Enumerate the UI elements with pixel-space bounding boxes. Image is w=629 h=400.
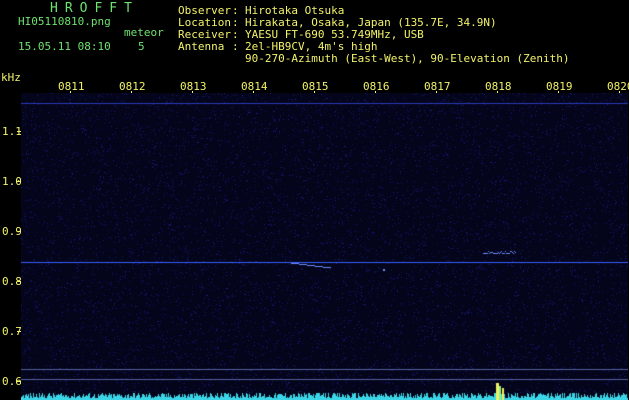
x-tick-label: 0811	[58, 80, 85, 93]
antenna-value-2: 90-270-Azimuth (East-West), 90-Elevation…	[245, 52, 570, 65]
x-tick-label: 0820	[607, 80, 629, 93]
spectrogram-panel	[21, 93, 628, 400]
x-tick-label: 0816	[363, 80, 390, 93]
y-axis-unit: kHz	[1, 71, 21, 84]
filename-label: HI05110810.png	[18, 15, 111, 28]
x-tick-label: 0815	[302, 80, 329, 93]
x-tick-label: 0812	[119, 80, 146, 93]
datetime-label: 15.05.11 08:10	[18, 40, 111, 53]
x-tick-label: 0819	[546, 80, 573, 93]
meteor-label: meteor	[124, 26, 164, 39]
antenna-key: Antenna	[178, 40, 225, 53]
x-tick-label: 0814	[241, 80, 268, 93]
x-tick-label: 0817	[424, 80, 451, 93]
x-tick-label: 0813	[180, 80, 207, 93]
app-title: HROFFT	[50, 1, 139, 16]
x-tick-label: 0818	[485, 80, 512, 93]
meteor-count: 5	[138, 40, 145, 53]
spectrogram-canvas	[21, 93, 628, 400]
